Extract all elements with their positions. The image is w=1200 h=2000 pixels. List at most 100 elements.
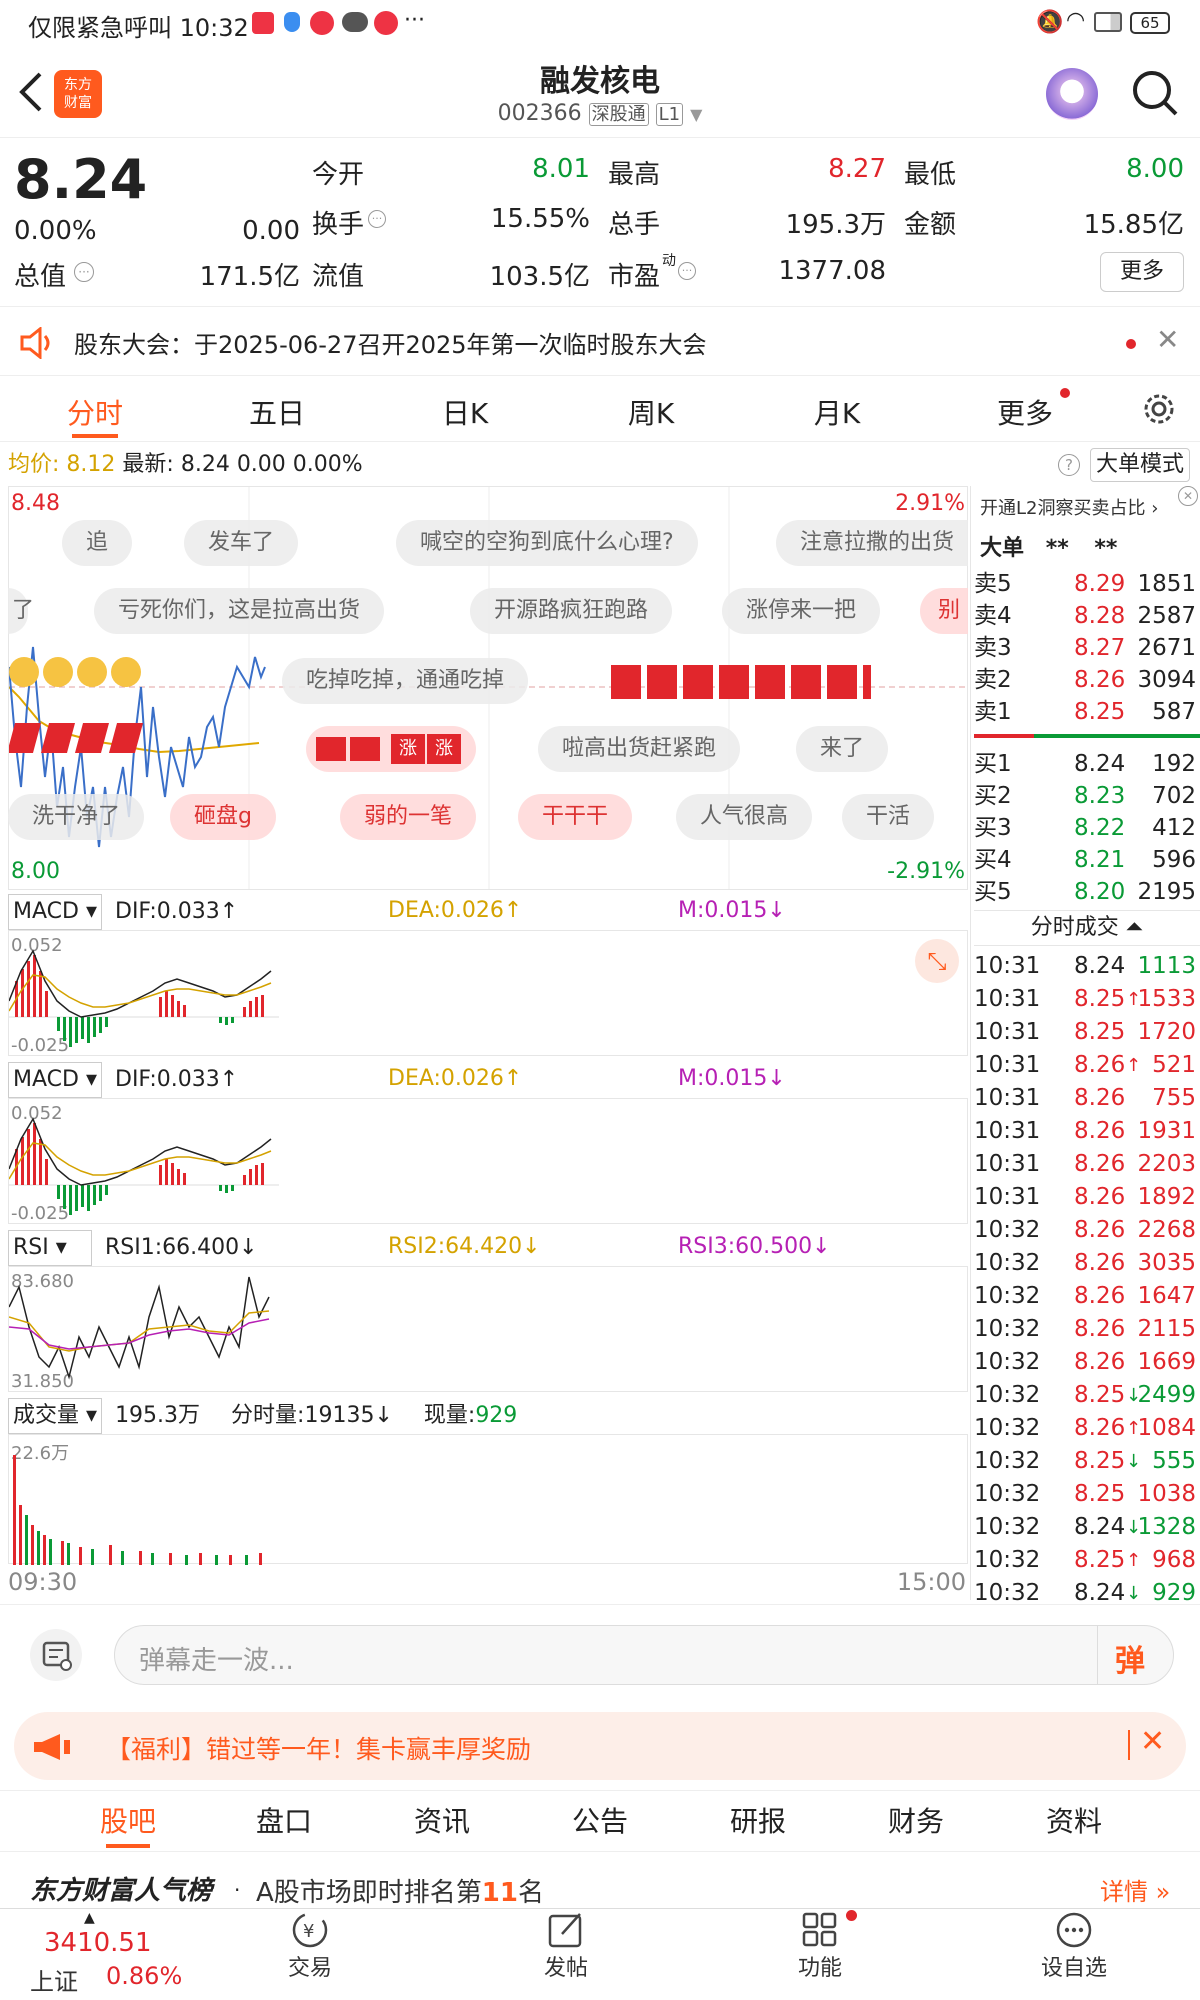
index-value[interactable]: 3410.51 bbox=[44, 1928, 152, 1958]
help-icon[interactable]: ? bbox=[1058, 454, 1080, 476]
rsi2-value: RSI2:64.420↓ bbox=[388, 1234, 541, 1259]
expand-icon[interactable]: ⤡ bbox=[915, 939, 959, 983]
nav-trade[interactable]: ¥ 交易 bbox=[240, 1910, 380, 1982]
tab-more[interactable]: 更多 bbox=[980, 392, 1070, 432]
danmaku-bullet[interactable]: 了 bbox=[8, 588, 34, 634]
sell-row[interactable]: 卖2 8.26 3094 bbox=[974, 664, 1200, 696]
nav-functions[interactable]: 功能 bbox=[750, 1910, 890, 1982]
tab-daily-k[interactable]: 日K bbox=[410, 392, 520, 432]
pct-axis-top: 2.91% bbox=[895, 491, 965, 516]
close-icon[interactable]: ✕ bbox=[1140, 1724, 1165, 1759]
tab-weekly-k[interactable]: 周K bbox=[596, 392, 706, 432]
indicator-select-rsi[interactable]: RSI ▾ bbox=[8, 1230, 92, 1266]
chart-tabs: 分时 五日 日K 周K 月K 更多 bbox=[0, 376, 1200, 442]
sell-row[interactable]: 卖3 8.27 2671 bbox=[974, 632, 1200, 664]
tab-announcement[interactable]: 公告 bbox=[540, 1800, 660, 1840]
buy-row[interactable]: 买5 8.20 2195 bbox=[974, 876, 1200, 908]
macd1-svg bbox=[9, 949, 279, 1047]
buy-row[interactable]: 买3 8.22 412 bbox=[974, 812, 1200, 844]
ranking-detail-link[interactable]: 详情 » bbox=[1100, 1872, 1170, 1907]
danmaku-bullet[interactable]: 别 bbox=[920, 588, 968, 634]
more-quote-button[interactable]: 更多 bbox=[1100, 252, 1184, 292]
tick-volume: 1720 bbox=[1137, 1019, 1196, 1045]
indicator-select-macd2[interactable]: MACD ▾ bbox=[8, 1062, 102, 1098]
tick-time: 10:32 bbox=[974, 1250, 1041, 1276]
nav-post[interactable]: 发帖 bbox=[496, 1910, 636, 1982]
danmaku-bullet[interactable]: 啦高出货赶紧跑 bbox=[538, 726, 741, 772]
minute-volume: 分时量:19135↓ bbox=[231, 1403, 393, 1428]
back-icon[interactable] bbox=[14, 70, 46, 114]
big-order-mode-button[interactable]: 大单模式 bbox=[1090, 448, 1190, 482]
tab-underline bbox=[106, 1844, 150, 1848]
l2-promo-link[interactable]: 开通L2洞察买卖占比 › bbox=[980, 494, 1158, 520]
volume-svg bbox=[13, 1455, 262, 1565]
danmu-send-icon[interactable]: 弹 bbox=[1115, 1636, 1145, 1680]
sell-row[interactable]: 卖4 8.28 2587 bbox=[974, 600, 1200, 632]
ranking-number: 11 bbox=[481, 1878, 518, 1908]
tick-volume: 1669 bbox=[1137, 1349, 1196, 1375]
speaker-icon bbox=[20, 327, 50, 359]
svg-text:¥: ¥ bbox=[303, 1921, 314, 1942]
tab-monthly-k[interactable]: 月K bbox=[782, 392, 892, 432]
danmaku-settings-icon[interactable] bbox=[30, 1629, 82, 1681]
volume-chart[interactable]: 22.6万 bbox=[8, 1434, 968, 1565]
buy-row[interactable]: 买1 8.24 192 bbox=[974, 748, 1200, 780]
tab-pankou[interactable]: 盘口 bbox=[224, 1800, 344, 1840]
tick-row: 10:31 8.26 1892 bbox=[974, 1181, 1200, 1214]
tick-time: 10:31 bbox=[974, 1184, 1041, 1210]
indicator-select-macd1[interactable]: MACD ▾ bbox=[8, 894, 102, 930]
settings-gear-icon[interactable] bbox=[1140, 390, 1178, 428]
tab-news[interactable]: 资讯 bbox=[382, 1800, 502, 1840]
info-icon[interactable]: ··· bbox=[678, 262, 696, 280]
sell-row[interactable]: 卖5 8.29 1851 bbox=[974, 568, 1200, 600]
tick-row: 10:32 8.25 ↓ 555 bbox=[974, 1445, 1200, 1478]
danmaku-bullet[interactable]: 追 bbox=[62, 520, 133, 566]
notice-bar[interactable]: 股东大会：于2025-06-27召开2025年第一次临时股东大会 ✕ bbox=[0, 306, 1200, 376]
danmaku-input[interactable]: 弹幕走一波... 弹 bbox=[114, 1625, 1174, 1685]
danmaku-bullet[interactable]: 发车了 bbox=[184, 520, 299, 566]
tab-finance[interactable]: 财务 bbox=[856, 1800, 976, 1840]
danmaku-bullet[interactable]: 喊空的空狗到底什么心理? bbox=[396, 520, 698, 566]
danmaku-bullet[interactable]: 亏死你们，这是拉高出货 bbox=[94, 588, 385, 634]
danmaku-bullet[interactable]: 弱的一笔 bbox=[340, 794, 477, 840]
search-icon[interactable] bbox=[1130, 68, 1180, 118]
danmaku-bullet[interactable]: 干干干 bbox=[518, 794, 633, 840]
tab-five-day[interactable]: 五日 bbox=[222, 392, 332, 432]
tab-research[interactable]: 研报 bbox=[698, 1800, 818, 1840]
danmaku-bullet[interactable]: 干活 bbox=[842, 794, 935, 840]
macd2-chart[interactable]: 0.052 -0.025 bbox=[8, 1098, 968, 1224]
tab-intraday[interactable]: 分时 bbox=[40, 392, 150, 432]
welfare-banner[interactable]: 【福利】错过等一年！集卡赢丰厚奖励 ✕ bbox=[14, 1712, 1186, 1780]
buy-row[interactable]: 买4 8.21 596 bbox=[974, 844, 1200, 876]
big-order-row: 大单 ** ** bbox=[980, 536, 1118, 561]
ticks-header[interactable]: 分时成交 ⏶ bbox=[974, 910, 1200, 946]
danmaku-bullet[interactable]: 注意拉撒的出货 bbox=[776, 520, 968, 566]
danmaku-bullet[interactable]: 洗干净了 bbox=[8, 794, 145, 840]
tick-row: 10:32 8.26 1669 bbox=[974, 1346, 1200, 1379]
indicator-select-volume[interactable]: 成交量 ▾ bbox=[8, 1398, 103, 1434]
tab-guba[interactable]: 股吧 bbox=[68, 1800, 188, 1840]
info-icon[interactable]: ··· bbox=[74, 262, 94, 282]
danmaku-bullet[interactable]: 砸盘g bbox=[170, 794, 276, 840]
danmaku-bullet[interactable]: 吃掉吃掉，通通吃掉 bbox=[282, 658, 529, 704]
stock-code-line[interactable]: 002366 深股通 L1 ▼ bbox=[400, 100, 800, 126]
close-icon[interactable]: ✕ bbox=[1156, 323, 1179, 356]
nav-add-watchlist[interactable]: 设自选 bbox=[1004, 1910, 1144, 1982]
red-flag-sticker-icon bbox=[9, 723, 171, 759]
buy-row[interactable]: 买2 8.23 702 bbox=[974, 780, 1200, 812]
robot-assistant-icon[interactable] bbox=[1046, 68, 1098, 120]
tab-profile[interactable]: 资料 bbox=[1014, 1800, 1134, 1840]
danmaku-bullet[interactable]: 开源路疯狂跑路 bbox=[470, 588, 673, 634]
danmaku-sticker-bullet[interactable]: 涨涨 bbox=[306, 726, 476, 772]
danmaku-bullet[interactable]: 来了 bbox=[796, 726, 889, 772]
info-icon[interactable]: ··· bbox=[368, 210, 386, 228]
tab-underline bbox=[72, 434, 118, 438]
danmaku-bullet[interactable]: 人气很高 bbox=[676, 794, 813, 840]
volume-header: 成交量 ▾ 195.3万 分时量:19135↓ 现量:929 bbox=[8, 1398, 968, 1434]
macd1-chart[interactable]: 0.052 -0.025 ⤡ bbox=[8, 930, 968, 1056]
tick-direction: ↑ bbox=[1126, 1550, 1142, 1571]
danmaku-bullet[interactable]: 涨停来一把 bbox=[722, 588, 881, 634]
close-promo-icon[interactable]: ✕ bbox=[1178, 486, 1198, 506]
rsi-chart[interactable]: 83.680 31.850 bbox=[8, 1266, 968, 1392]
sell-row[interactable]: 卖1 8.25 587 bbox=[974, 696, 1200, 728]
